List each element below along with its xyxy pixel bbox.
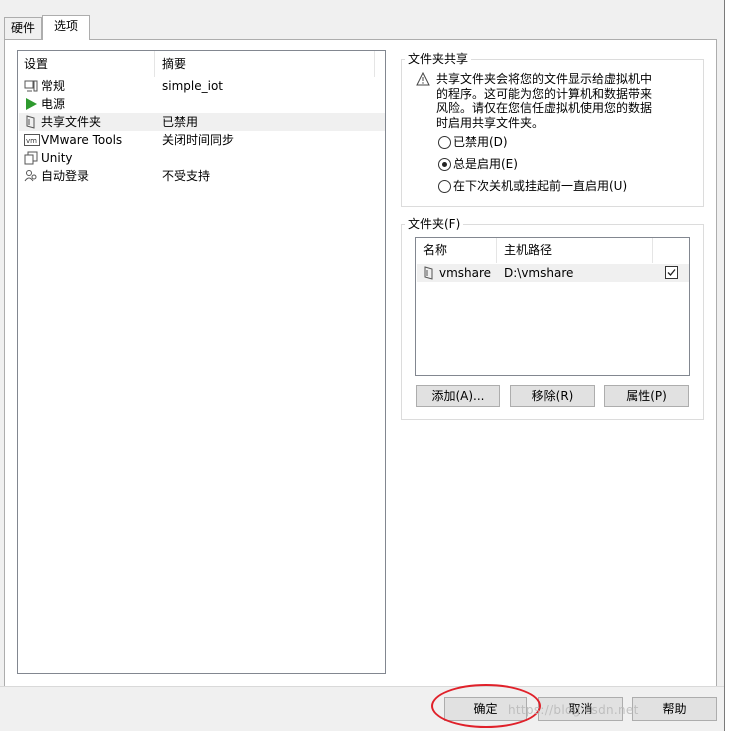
radio-disabled-label[interactable]: 已禁用(D) — [453, 134, 508, 150]
folder-properties-button[interactable]: 属性(P) — [604, 385, 689, 407]
settings-list[interactable]: 设置 摘要 常规 simple_iot 电源 共享文件夹 已禁用 vm VMwa… — [17, 50, 386, 674]
settings-row-general[interactable]: 常规 simple_iot — [19, 77, 385, 95]
settings-row-name: VMware Tools — [41, 133, 123, 147]
sharing-warning-text: 共享文件夹会将您的文件显示给虚拟机中 的程序。这可能为您的计算机和数据带来 风险… — [436, 72, 666, 130]
folder-path-header[interactable]: 主机路径 — [497, 238, 653, 263]
settings-row-power[interactable]: 电源 — [19, 95, 385, 113]
settings-row-vmware-tools[interactable]: vm VMware Tools 关闭时间同步 — [19, 131, 385, 149]
window-right-edge — [724, 0, 737, 731]
tab-options[interactable]: 选项 — [42, 15, 90, 40]
users-icon — [24, 169, 38, 183]
watermark: https://blog.csdn.net — [508, 703, 639, 717]
header-scroll-stub — [374, 51, 385, 77]
folders-title: 文件夹(F) — [405, 217, 464, 231]
warning-line: 共享文件夹会将您的文件显示给虚拟机中 — [436, 72, 653, 86]
settings-row-summary: simple_iot — [162, 79, 223, 93]
settings-row-summary: 已禁用 — [162, 115, 199, 129]
warning-line: 的程序。这可能为您的计算机和数据带来 — [436, 86, 653, 101]
add-folder-button[interactable]: 添加(A)... — [416, 385, 500, 407]
tab-hardware-label: 硬件 — [10, 21, 35, 35]
settings-row-name: 自动登录 — [41, 169, 90, 183]
settings-row-summary: 不受支持 — [162, 169, 211, 183]
settings-row-name: Unity — [41, 151, 73, 165]
settings-row-unity[interactable]: Unity — [19, 149, 385, 167]
settings-row-name: 电源 — [41, 97, 66, 111]
settings-row-name: 常规 — [41, 79, 66, 93]
help-button[interactable]: 帮助 — [632, 697, 717, 721]
radio-disabled[interactable] — [438, 136, 451, 149]
warning-line: 风险。请仅在您信任虚拟机使用您的数据 — [436, 101, 653, 115]
folders-list[interactable]: 名称 主机路径 vmshare D:\vmshare — [415, 237, 690, 376]
shared-folder-icon — [24, 115, 38, 129]
radio-until-poweroff[interactable] — [438, 180, 451, 193]
power-play-icon — [24, 97, 38, 111]
monitor-icon — [24, 79, 38, 93]
tab-hardware[interactable]: 硬件 — [4, 17, 42, 39]
summary-header[interactable]: 摘要 — [155, 51, 385, 77]
tab-options-label: 选项 — [53, 19, 78, 33]
folder-sharing-title: 文件夹共享 — [405, 52, 472, 66]
warning-icon — [416, 71, 430, 86]
remove-folder-button[interactable]: 移除(R) — [510, 385, 595, 407]
warning-line: 时启用共享文件夹。 — [436, 115, 545, 130]
folder-row-path: D:\vmshare — [504, 266, 574, 280]
radio-always-enabled-label[interactable]: 总是启用(E) — [453, 156, 518, 172]
radio-always-enabled[interactable] — [438, 158, 451, 171]
unity-icon — [24, 151, 38, 165]
folder-row[interactable]: vmshare D:\vmshare — [417, 264, 689, 282]
settings-row-shared-folders[interactable]: 共享文件夹 已禁用 — [19, 113, 385, 131]
vm-icon: vm — [24, 133, 40, 147]
shared-folder-icon — [423, 266, 435, 280]
settings-row-summary: 关闭时间同步 — [162, 133, 235, 147]
settings-header[interactable]: 设置 — [18, 51, 155, 77]
settings-row-autologin[interactable]: 自动登录 不受支持 — [19, 167, 385, 185]
folder-enabled-header[interactable] — [653, 238, 689, 263]
folder-name-header[interactable]: 名称 — [416, 238, 497, 263]
svg-text:vm: vm — [26, 137, 37, 145]
radio-until-poweroff-label[interactable]: 在下次关机或挂起前一直启用(U) — [453, 178, 627, 194]
folder-row-name: vmshare — [439, 266, 492, 280]
settings-row-name: 共享文件夹 — [41, 115, 102, 129]
folder-enabled-checkbox[interactable] — [665, 266, 678, 279]
